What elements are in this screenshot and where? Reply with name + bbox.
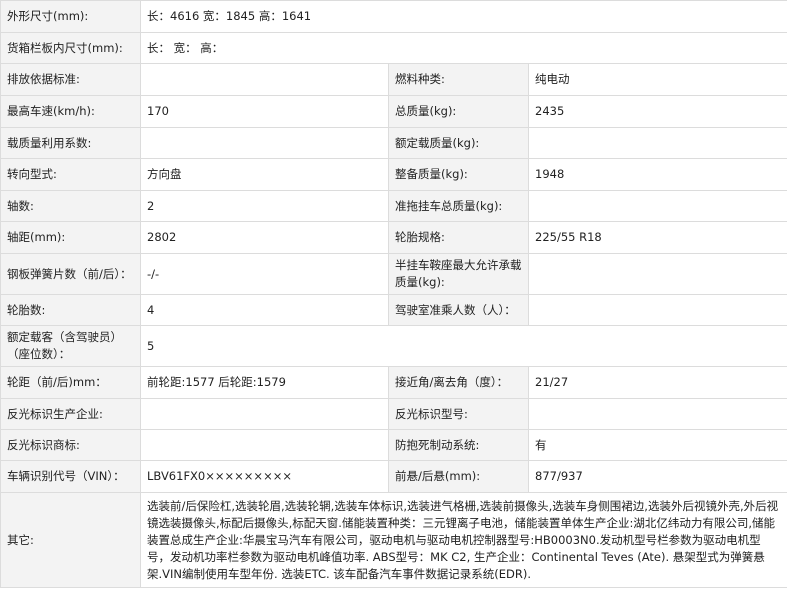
spec-value <box>527 127 787 159</box>
spec-row: 额定载客（含驾驶员）（座位数）： 5 <box>0 325 787 367</box>
spec-table-body: 外形尺寸(mm): 长：4616 宽：1845 高：1641 货箱栏板内尺寸(mm)… <box>0 0 787 588</box>
spec-value: 877/937 <box>527 460 787 493</box>
spec-row: 转向型式: 方向盘 整备质量(kg): 1948 <box>0 158 787 191</box>
spec-value <box>527 253 787 295</box>
spec-label: 半挂车鞍座最大允许承载质量(kg): <box>388 253 529 295</box>
spec-value <box>140 429 389 461</box>
spec-row: 最高车速(km/h): 170 总质量(kg): 2435 <box>0 95 787 128</box>
spec-value: 1948 <box>527 158 787 191</box>
spec-label: 驾驶室准乘人数（人）： <box>388 294 529 326</box>
spec-value: 2802 <box>140 221 389 254</box>
spec-label: 最高车速(km/h): <box>0 95 141 128</box>
spec-value <box>527 190 787 222</box>
spec-label: 总质量(kg): <box>388 95 529 128</box>
spec-label: 燃料种类: <box>388 63 529 96</box>
spec-value: 2435 <box>527 95 787 128</box>
spec-label: 轴距(mm): <box>0 221 141 254</box>
spec-label: 准拖挂车总质量(kg): <box>388 190 529 222</box>
spec-label: 轴数: <box>0 190 141 222</box>
spec-label: 轮胎规格: <box>388 221 529 254</box>
spec-row: 排放依据标准: 燃料种类: 纯电动 <box>0 63 787 96</box>
spec-value <box>140 63 389 96</box>
other-label: 其它: <box>0 492 141 588</box>
spec-value: 方向盘 <box>140 158 389 191</box>
spec-label: 载质量利用系数: <box>0 127 141 159</box>
spec-value: 长： 宽： 高： <box>139 32 787 64</box>
spec-row: 外形尺寸(mm): 长：4616 宽：1845 高：1641 <box>0 0 787 33</box>
spec-label: 转向型式: <box>0 158 141 191</box>
spec-value: 5 <box>139 325 787 367</box>
spec-label: 钢板弹簧片数（前/后）： <box>0 253 141 295</box>
spec-label: 货箱栏板内尺寸(mm): <box>0 32 141 64</box>
spec-row: 轮胎数: 4 驾驶室准乘人数（人）： <box>0 294 787 326</box>
spec-value: LBV61FX0××××××××× <box>140 460 389 493</box>
spec-value: 有 <box>527 429 787 461</box>
spec-value: -/- <box>140 253 389 295</box>
spec-row: 反光标识商标: 防抱死制动系统: 有 <box>0 429 787 461</box>
other-notes: 选装前/后保险杠,选装轮眉,选装轮辋,选装车体标识,选装进气格栅,选装前摄像头,… <box>139 492 787 588</box>
spec-row: 轮距（前/后)mm： 前轮距:1577 后轮距:1579 接近角/离去角（度）： 21… <box>0 366 787 399</box>
spec-label: 前悬/后悬(mm): <box>388 460 529 493</box>
spec-label: 外形尺寸(mm): <box>0 0 141 33</box>
spec-label: 额定载客（含驾驶员）（座位数）： <box>0 325 141 367</box>
spec-value <box>140 127 389 159</box>
spec-row: 货箱栏板内尺寸(mm): 长： 宽： 高： <box>0 32 787 64</box>
spec-value: 225/55 R18 <box>527 221 787 254</box>
spec-label: 整备质量(kg): <box>388 158 529 191</box>
spec-row: 车辆识别代号（VIN）： LBV61FX0××××××××× 前悬/后悬(mm): 8… <box>0 460 787 493</box>
spec-label: 反光标识生产企业: <box>0 398 141 430</box>
spec-label: 轮距（前/后)mm： <box>0 366 141 399</box>
spec-row: 载质量利用系数: 额定载质量(kg): <box>0 127 787 159</box>
spec-value: 4 <box>140 294 389 326</box>
spec-row-other: 其它: 选装前/后保险杠,选装轮眉,选装轮辋,选装车体标识,选装进气格栅,选装前摄… <box>0 492 787 588</box>
spec-label: 反光标识型号: <box>388 398 529 430</box>
spec-row: 轴距(mm): 2802 轮胎规格: 225/55 R18 <box>0 221 787 254</box>
spec-label: 反光标识商标: <box>0 429 141 461</box>
spec-row: 反光标识生产企业: 反光标识型号: <box>0 398 787 430</box>
spec-label: 接近角/离去角（度）： <box>388 366 529 399</box>
spec-label: 轮胎数: <box>0 294 141 326</box>
spec-value <box>140 398 389 430</box>
spec-value <box>527 294 787 326</box>
spec-value: 纯电动 <box>527 63 787 96</box>
spec-label: 排放依据标准: <box>0 63 141 96</box>
spec-value: 170 <box>140 95 389 128</box>
spec-value: 前轮距:1577 后轮距:1579 <box>140 366 389 399</box>
spec-value: 21/27 <box>527 366 787 399</box>
spec-value: 2 <box>140 190 389 222</box>
spec-row: 轴数: 2 准拖挂车总质量(kg): <box>0 190 787 222</box>
spec-value <box>527 398 787 430</box>
spec-value: 长：4616 宽：1845 高：1641 <box>139 0 787 33</box>
spec-label: 额定载质量(kg): <box>388 127 529 159</box>
spec-label: 车辆识别代号（VIN）： <box>0 460 141 493</box>
spec-table: 外形尺寸(mm): 长：4616 宽：1845 高：1641 货箱栏板内尺寸(mm)… <box>0 0 787 588</box>
spec-label: 防抱死制动系统: <box>388 429 529 461</box>
spec-row: 钢板弹簧片数（前/后）： -/- 半挂车鞍座最大允许承载质量(kg): <box>0 253 787 295</box>
